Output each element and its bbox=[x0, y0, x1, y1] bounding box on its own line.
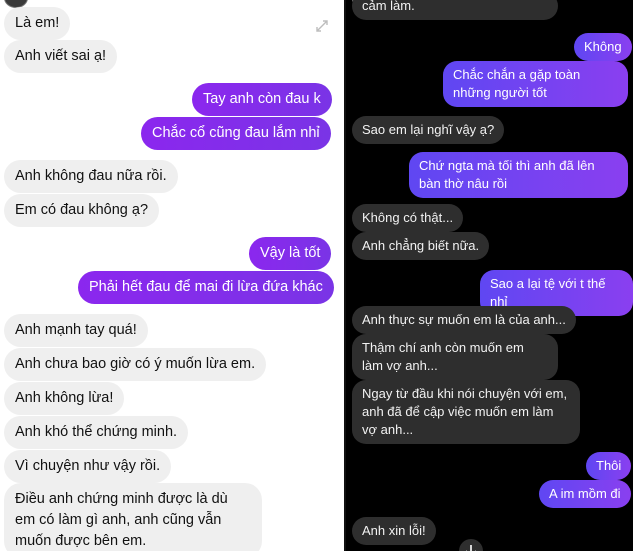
message-bubble-received: Là em! bbox=[4, 7, 71, 40]
expand-icon[interactable] bbox=[314, 18, 330, 34]
message-bubble-received: Anh mạnh tay quá! bbox=[4, 314, 148, 347]
message-bubble-sent: A im mồm đi bbox=[539, 480, 631, 508]
message-bubble-received: cảm làm. bbox=[352, 0, 558, 20]
message-bubble-sent: Chắc cổ cũng đau lắm nhỉ bbox=[141, 117, 331, 150]
left-chat-panel: Là em! Anh viết sai ạ! Tay anh còn đau k… bbox=[0, 0, 344, 551]
message-bubble-sent: Phải hết đau để mai đi lừa đứa khác bbox=[78, 271, 334, 304]
message-bubble-received: Điều anh chứng minh được là dù em có làm… bbox=[4, 483, 262, 551]
right-chat-panel: cảm làm. Không Chắc chắn a gặp toàn nhữn… bbox=[346, 0, 633, 551]
message-bubble-sent: Chứ ngta mà tối thì anh đã lên bàn thờ n… bbox=[409, 152, 628, 198]
message-bubble-sent: Tay anh còn đau k bbox=[192, 83, 332, 116]
message-bubble-sent: Thôi bbox=[586, 452, 632, 480]
scroll-down-icon[interactable] bbox=[458, 538, 484, 551]
message-bubble-received: Anh không lừa! bbox=[4, 382, 125, 415]
message-bubble-received: Ngay từ đầu khi nói chuyện với em, anh đ… bbox=[352, 380, 580, 444]
message-bubble-sent: Chắc chắn a gặp toàn những người tốt bbox=[443, 61, 628, 107]
message-bubble-received: Anh khó thể chứng minh. bbox=[4, 416, 189, 449]
message-bubble-received: Anh viết sai ạ! bbox=[4, 40, 118, 73]
message-bubble-received: Anh xin lỗi! bbox=[352, 517, 436, 545]
message-bubble-sent: Không bbox=[574, 33, 632, 61]
message-bubble-received: Không có thật... bbox=[352, 204, 464, 232]
message-bubble-received: Anh chưa bao giờ có ý muốn lừa em. bbox=[4, 348, 267, 381]
message-bubble-received: Vì chuyện như vậy rồi. bbox=[4, 450, 172, 483]
message-bubble-sent: Vậy là tốt bbox=[249, 237, 332, 270]
message-bubble-received: Anh thực sự muốn em là của anh... bbox=[352, 306, 576, 334]
message-bubble-received: Em có đau không ạ? bbox=[4, 194, 160, 227]
message-bubble-received: Anh không đau nữa rồi. bbox=[4, 160, 178, 193]
message-bubble-received: Anh chẳng biết nữa. bbox=[352, 232, 490, 260]
message-bubble-received: Sao em lại nghĩ vậy ạ? bbox=[352, 116, 505, 144]
message-bubble-received: Thậm chí anh còn muốn em làm vợ anh... bbox=[352, 334, 558, 380]
